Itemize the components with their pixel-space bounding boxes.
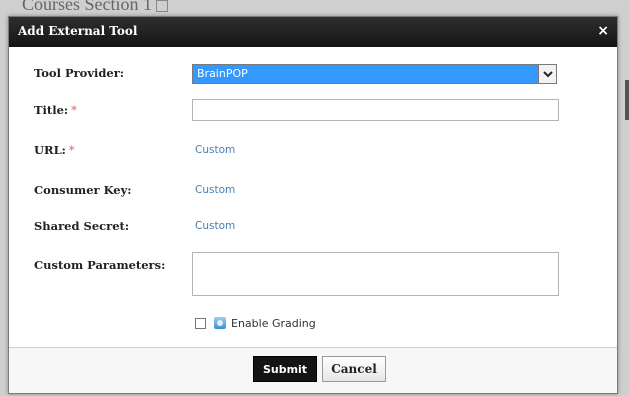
title-input[interactable] [192, 99, 559, 121]
add-external-tool-dialog: Add External Tool × Tool Provider: Brain… [8, 16, 618, 394]
url-label: URL: * [34, 143, 75, 157]
shared-secret-label: Shared Secret: [34, 219, 130, 233]
background-scroll-edge [625, 80, 629, 120]
required-mark: * [68, 143, 75, 157]
enable-grading-row: Enable Grading [195, 315, 316, 331]
title-label: Title: * [34, 103, 77, 117]
required-mark: * [71, 103, 77, 117]
enable-grading-checkbox[interactable] [195, 317, 206, 329]
custom-parameters-row: Custom Parameters: [9, 252, 617, 298]
custom-parameters-textarea[interactable] [192, 252, 559, 296]
tool-provider-row: Tool Provider: BrainPOP [9, 64, 617, 90]
title-label-text: Title: [34, 103, 69, 117]
background-heading-text: Courses Section 1 [22, 0, 152, 14]
submit-button[interactable]: Submit [253, 356, 317, 382]
cancel-button[interactable]: Cancel [322, 356, 386, 382]
shared-secret-row: Shared Secret: Custom [9, 217, 617, 243]
consumer-key-label: Consumer Key: [34, 183, 132, 197]
shared-secret-custom-link[interactable]: Custom [195, 220, 235, 232]
url-label-text: URL: [34, 143, 66, 157]
url-row: URL: * Custom [9, 141, 617, 167]
tool-provider-select[interactable]: BrainPOP [192, 64, 557, 84]
consumer-key-row: Consumer Key: Custom [9, 181, 617, 207]
tool-provider-selected-value: BrainPOP [197, 67, 248, 80]
custom-parameters-label: Custom Parameters: [34, 258, 166, 272]
edit-icon [156, 0, 168, 12]
dialog-footer: Submit Cancel [9, 347, 617, 393]
title-row: Title: * [9, 99, 617, 125]
consumer-key-custom-link[interactable]: Custom [195, 184, 235, 196]
dialog-title: Add External Tool [18, 24, 138, 38]
close-icon[interactable]: × [597, 23, 609, 39]
dialog-titlebar: Add External Tool × [9, 17, 617, 47]
grading-icon [214, 317, 226, 329]
background-heading: Courses Section 1 [22, 0, 168, 15]
tool-provider-label: Tool Provider: [34, 66, 125, 80]
chevron-down-icon[interactable] [538, 65, 556, 83]
enable-grading-label[interactable]: Enable Grading [231, 317, 316, 330]
url-custom-link[interactable]: Custom [195, 144, 235, 156]
